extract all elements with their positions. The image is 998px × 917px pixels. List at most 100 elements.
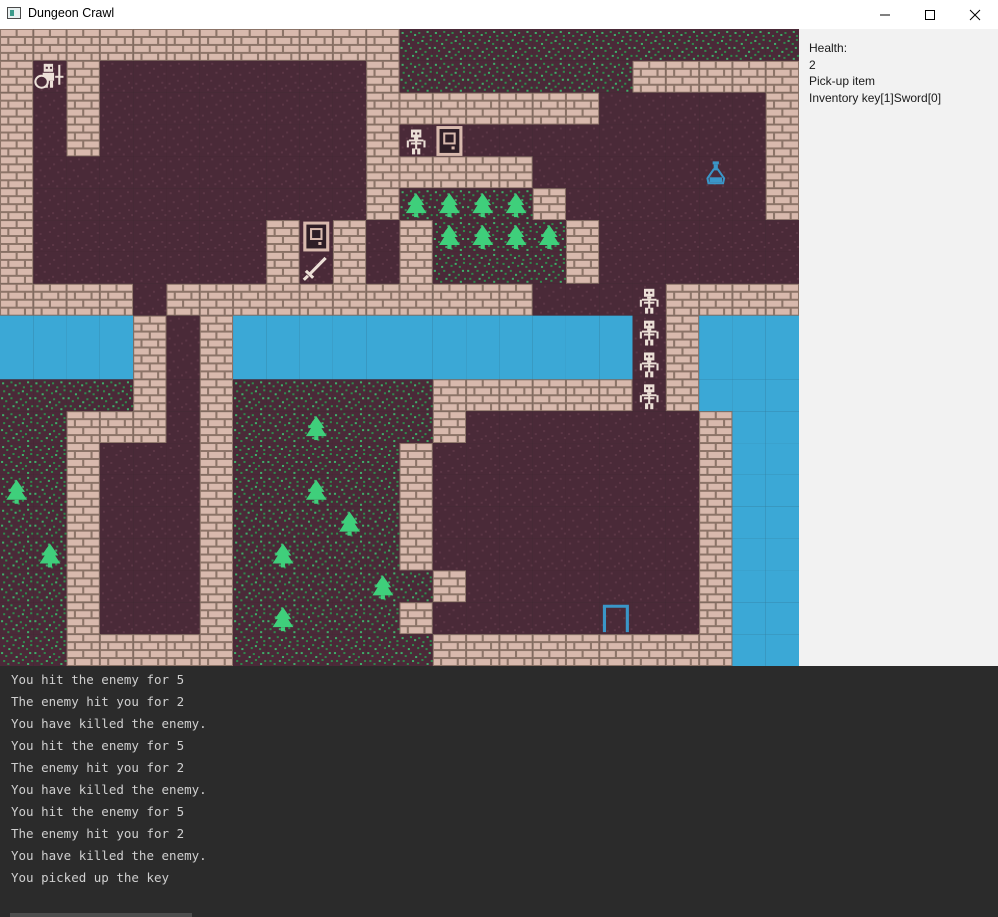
brick-wall-tile [499, 92, 533, 125]
dungeon-floor-tile [599, 411, 633, 444]
grass-tile [466, 251, 500, 284]
grass-tile [33, 570, 67, 603]
dungeon-floor-tile [499, 538, 533, 571]
closed-door-tile[interactable] [299, 220, 333, 252]
water-tile [599, 315, 633, 348]
brick-wall-tile [699, 634, 733, 666]
player-with-shield-tile[interactable] [33, 60, 67, 93]
brick-wall-tile [199, 379, 234, 412]
grass-tile [366, 506, 400, 539]
sword-item-tile[interactable] [299, 251, 333, 284]
dungeon-floor-tile [66, 220, 100, 252]
water-tile [732, 570, 766, 603]
water-tile [765, 570, 799, 603]
dungeon-floor-tile [665, 124, 700, 157]
grass-tile [299, 379, 333, 412]
water-tile [732, 315, 766, 348]
grass-tile [432, 251, 467, 284]
grass-tile [266, 411, 300, 444]
brick-wall-tile [399, 220, 433, 252]
brick-wall-tile [665, 283, 700, 316]
dungeon-floor-tile [199, 251, 234, 284]
dungeon-floor-tile [466, 538, 500, 571]
dungeon-floor-tile [133, 602, 167, 635]
close-button[interactable] [952, 0, 998, 29]
brick-wall-tile [99, 411, 134, 444]
dungeon-floor-tile [233, 124, 267, 157]
brick-wall-tile [199, 283, 234, 316]
brick-wall-tile [199, 634, 234, 666]
tree-tile [266, 602, 300, 635]
brick-wall-tile [66, 60, 100, 93]
brick-wall-tile [565, 92, 600, 125]
dungeon-floor-tile [332, 156, 367, 189]
dungeon-map[interactable] [0, 29, 799, 666]
brick-wall-tile [366, 29, 400, 61]
dungeon-floor-tile [432, 538, 467, 571]
skeleton-enemy-tile[interactable] [399, 124, 433, 157]
brick-wall-tile [66, 538, 100, 571]
grass-tile [233, 634, 267, 666]
log-line: You have killed the enemy. [11, 848, 207, 863]
skeleton-enemy-tile[interactable] [632, 379, 666, 412]
dungeon-floor-tile [599, 506, 633, 539]
dungeon-floor-tile [199, 156, 234, 189]
dungeon-floor-tile [599, 156, 633, 189]
dungeon-floor-tile [499, 124, 533, 157]
grass-tile [233, 443, 267, 475]
horizontal-scrollbar[interactable] [10, 913, 192, 917]
brick-wall-tile [599, 634, 633, 666]
skeleton-enemy-tile[interactable] [632, 315, 666, 348]
dungeon-floor-tile [732, 92, 766, 125]
log-line: The enemy hit you for 2 [11, 760, 185, 775]
minimize-button[interactable] [862, 0, 908, 29]
potion-item-tile[interactable] [699, 156, 733, 189]
brick-wall-tile [366, 188, 400, 221]
brick-wall-tile [299, 283, 333, 316]
dungeon-floor-tile [632, 506, 666, 539]
open-door-tile[interactable] [599, 602, 633, 635]
water-tile [99, 315, 134, 348]
grass-tile [266, 634, 300, 666]
grass-tile [399, 29, 433, 61]
brick-wall-tile [432, 411, 467, 444]
brick-wall-tile [699, 411, 733, 444]
grass-tile [66, 379, 100, 412]
closed-door-tile[interactable] [432, 124, 467, 157]
dungeon-floor-tile [665, 92, 700, 125]
brick-wall-tile [432, 283, 467, 316]
water-tile [33, 347, 67, 380]
maximize-button[interactable] [907, 0, 953, 29]
water-tile [765, 474, 799, 507]
water-tile [765, 506, 799, 539]
brick-wall-tile [66, 124, 100, 157]
health-value: 2 [809, 58, 816, 72]
grass-tile [0, 379, 34, 412]
brick-wall-tile [0, 92, 34, 125]
skeleton-enemy-tile[interactable] [632, 347, 666, 380]
dungeon-floor-tile [665, 506, 700, 539]
dungeon-floor-tile [765, 251, 799, 284]
grass-tile [366, 443, 400, 475]
skeleton-enemy-tile[interactable] [632, 283, 666, 316]
dungeon-floor-tile [133, 156, 167, 189]
dungeon-floor-tile [599, 474, 633, 507]
water-tile [432, 347, 467, 380]
dungeon-floor-tile [732, 124, 766, 157]
brick-wall-tile [33, 29, 67, 61]
brick-wall-tile [765, 188, 799, 221]
dungeon-floor-tile [665, 602, 700, 635]
brick-wall-tile [99, 283, 134, 316]
brick-wall-tile [0, 188, 34, 221]
log-line: The enemy hit you for 2 [11, 694, 185, 709]
dungeon-floor-tile [599, 443, 633, 475]
dungeon-floor-tile [632, 538, 666, 571]
grass-tile [0, 538, 34, 571]
dungeon-floor-tile [233, 188, 267, 221]
brick-wall-tile [632, 634, 666, 666]
dungeon-floor-tile [133, 251, 167, 284]
dungeon-floor-tile [599, 570, 633, 603]
brick-wall-tile [699, 60, 733, 93]
dungeon-floor-tile [665, 251, 700, 284]
brick-wall-tile [133, 315, 167, 348]
